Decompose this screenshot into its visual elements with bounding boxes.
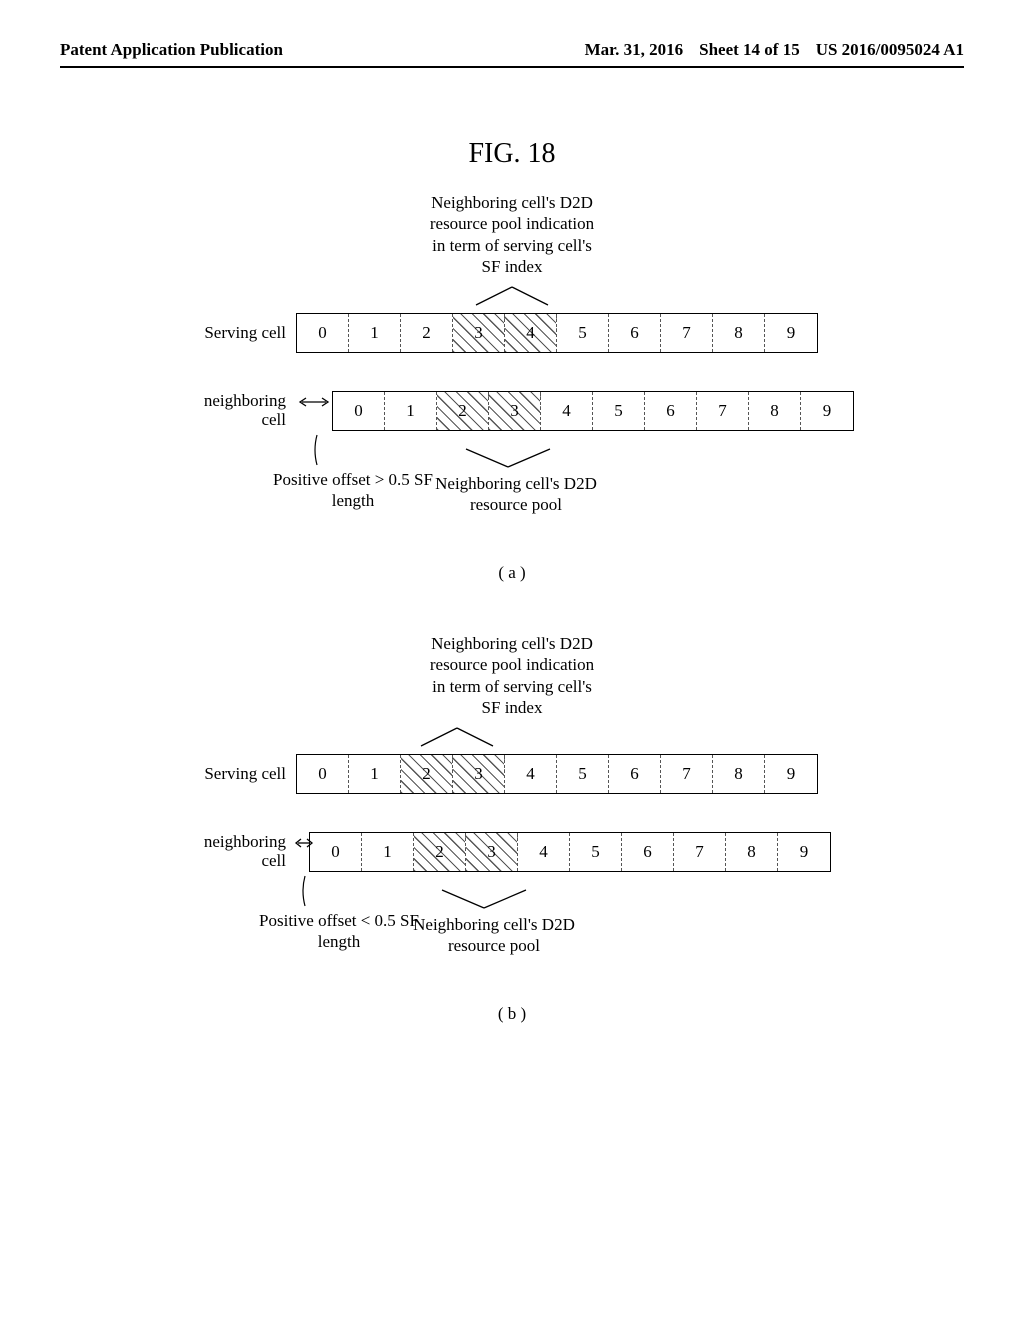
sf-cell-hatched: 2 bbox=[414, 833, 466, 871]
subcaption-a: ( a ) bbox=[60, 563, 964, 583]
sf-cell: 0 bbox=[333, 392, 385, 430]
sf-cell-hatched: 3 bbox=[466, 833, 518, 871]
sf-cell: 1 bbox=[362, 833, 414, 871]
pool-caption-line: resource pool bbox=[384, 935, 604, 956]
sf-cell-hatched: 2 bbox=[401, 755, 453, 793]
row-label-serving: Serving cell bbox=[192, 765, 296, 784]
header-pubno: US 2016/0095024 A1 bbox=[816, 40, 964, 60]
sf-cell: 6 bbox=[609, 755, 661, 793]
frame-wrap: 0 1 2 3 4 5 6 7 8 9 bbox=[296, 754, 832, 794]
top-annot-line: Neighboring cell's D2D bbox=[192, 633, 832, 654]
header-sheet: Sheet 14 of 15 bbox=[699, 40, 800, 60]
sf-cell: 9 bbox=[778, 833, 830, 871]
figure-title: FIG. 18 bbox=[60, 138, 964, 170]
sf-frame-neighbor-a: 0 1 2 3 4 5 6 7 8 9 bbox=[332, 391, 854, 431]
subfigure-b: Neighboring cell's D2D resource pool ind… bbox=[192, 633, 832, 962]
top-annot-line: resource pool indication bbox=[192, 213, 832, 234]
neighbor-label-l2: cell bbox=[261, 410, 286, 429]
frame-wrap: 0 1 2 3 4 5 6 7 8 9 bbox=[296, 391, 832, 431]
top-annotation-a: Neighboring cell's D2D resource pool ind… bbox=[192, 192, 832, 277]
top-annot-line: SF index bbox=[192, 697, 832, 718]
header-date: Mar. 31, 2016 bbox=[585, 40, 684, 60]
top-annotation-b: Neighboring cell's D2D resource pool ind… bbox=[192, 633, 832, 718]
sf-cell: 0 bbox=[297, 755, 349, 793]
subfigure-a: Neighboring cell's D2D resource pool ind… bbox=[192, 192, 832, 521]
sf-cell: 4 bbox=[541, 392, 593, 430]
top-annot-line: Neighboring cell's D2D bbox=[192, 192, 832, 213]
subcaption-b: ( b ) bbox=[60, 1004, 964, 1024]
sf-cell: 7 bbox=[674, 833, 726, 871]
sf-frame-neighbor-b: 0 1 2 3 4 5 6 7 8 9 bbox=[309, 832, 831, 872]
row-label-serving: Serving cell bbox=[192, 324, 296, 343]
frame-wrap: 0 1 2 3 4 5 6 7 8 9 bbox=[296, 313, 832, 353]
pool-caption-b: Neighboring cell's D2D resource pool bbox=[384, 914, 604, 957]
brace-up-icon bbox=[424, 886, 544, 917]
under-annotations-a: Positive offset > 0.5 SF length Neighbor… bbox=[296, 443, 832, 521]
sf-cell: 9 bbox=[801, 392, 853, 430]
serving-row-a: Serving cell 0 1 2 3 4 5 6 7 8 9 bbox=[192, 313, 832, 353]
row-label-neighbor: neighboring cell bbox=[192, 833, 296, 870]
sf-cell: 7 bbox=[661, 314, 713, 352]
page: Patent Application Publication Mar. 31, … bbox=[0, 0, 1024, 1320]
serving-row-b: Serving cell 0 1 2 3 4 5 6 7 8 9 bbox=[192, 754, 832, 794]
sf-cell-hatched: 3 bbox=[453, 755, 505, 793]
offset-arrow-icon bbox=[296, 395, 332, 409]
page-header: Patent Application Publication Mar. 31, … bbox=[60, 40, 964, 60]
sf-cell: 8 bbox=[713, 755, 765, 793]
sf-cell-hatched: 4 bbox=[505, 314, 557, 352]
sf-cell: 5 bbox=[557, 755, 609, 793]
sf-cell: 1 bbox=[385, 392, 437, 430]
neighbor-label-l1: neighboring bbox=[204, 832, 286, 851]
brace-down-icon bbox=[82, 724, 832, 750]
pool-caption-line: resource pool bbox=[406, 494, 626, 515]
neighbor-row-b: neighboring cell 0 bbox=[192, 832, 832, 872]
sf-cell: 7 bbox=[661, 755, 713, 793]
header-left: Patent Application Publication bbox=[60, 40, 283, 60]
top-annot-line: resource pool indication bbox=[192, 654, 832, 675]
sf-frame-serving-a: 0 1 2 3 4 5 6 7 8 9 bbox=[296, 313, 818, 353]
sf-cell-hatched: 3 bbox=[453, 314, 505, 352]
sf-cell: 1 bbox=[349, 755, 401, 793]
top-annot-line: SF index bbox=[192, 256, 832, 277]
neighbor-label-l1: neighboring bbox=[204, 391, 286, 410]
sf-cell: 8 bbox=[713, 314, 765, 352]
pool-caption-a: Neighboring cell's D2D resource pool bbox=[406, 473, 626, 516]
sf-cell-hatched: 2 bbox=[437, 392, 489, 430]
neighbor-label-l2: cell bbox=[261, 851, 286, 870]
brace-down-icon bbox=[192, 283, 832, 309]
sf-cell: 9 bbox=[765, 314, 817, 352]
sf-frame-serving-b: 0 1 2 3 4 5 6 7 8 9 bbox=[296, 754, 818, 794]
sf-cell: 4 bbox=[505, 755, 557, 793]
header-right: Mar. 31, 2016 Sheet 14 of 15 US 2016/009… bbox=[585, 40, 964, 60]
neighbor-row-a: neighboring cell 0 bbox=[192, 391, 832, 431]
sf-cell: 6 bbox=[609, 314, 661, 352]
frame-wrap: 0 1 2 3 4 5 6 7 8 9 bbox=[296, 832, 832, 872]
sf-cell: 2 bbox=[401, 314, 453, 352]
sf-cell: 8 bbox=[749, 392, 801, 430]
row-label-neighbor: neighboring cell bbox=[192, 392, 296, 429]
sf-cell-hatched: 3 bbox=[489, 392, 541, 430]
sf-cell: 8 bbox=[726, 833, 778, 871]
sf-cell: 5 bbox=[593, 392, 645, 430]
sf-cell: 7 bbox=[697, 392, 749, 430]
pool-caption-line: Neighboring cell's D2D bbox=[384, 914, 604, 935]
sf-cell: 6 bbox=[622, 833, 674, 871]
sf-cell: 5 bbox=[570, 833, 622, 871]
sf-cell: 4 bbox=[518, 833, 570, 871]
top-annot-line: in term of serving cell's bbox=[192, 235, 832, 256]
sf-cell: 9 bbox=[765, 755, 817, 793]
sf-cell: 6 bbox=[645, 392, 697, 430]
header-rule bbox=[60, 66, 964, 68]
top-annot-line: in term of serving cell's bbox=[192, 676, 832, 697]
sf-cell: 5 bbox=[557, 314, 609, 352]
sf-cell: 0 bbox=[310, 833, 362, 871]
under-annotations-b: Positive offset < 0.5 SF length Neighbor… bbox=[296, 884, 832, 962]
sf-cell: 1 bbox=[349, 314, 401, 352]
sf-cell: 0 bbox=[297, 314, 349, 352]
brace-up-icon bbox=[448, 445, 568, 476]
pool-caption-line: Neighboring cell's D2D bbox=[406, 473, 626, 494]
